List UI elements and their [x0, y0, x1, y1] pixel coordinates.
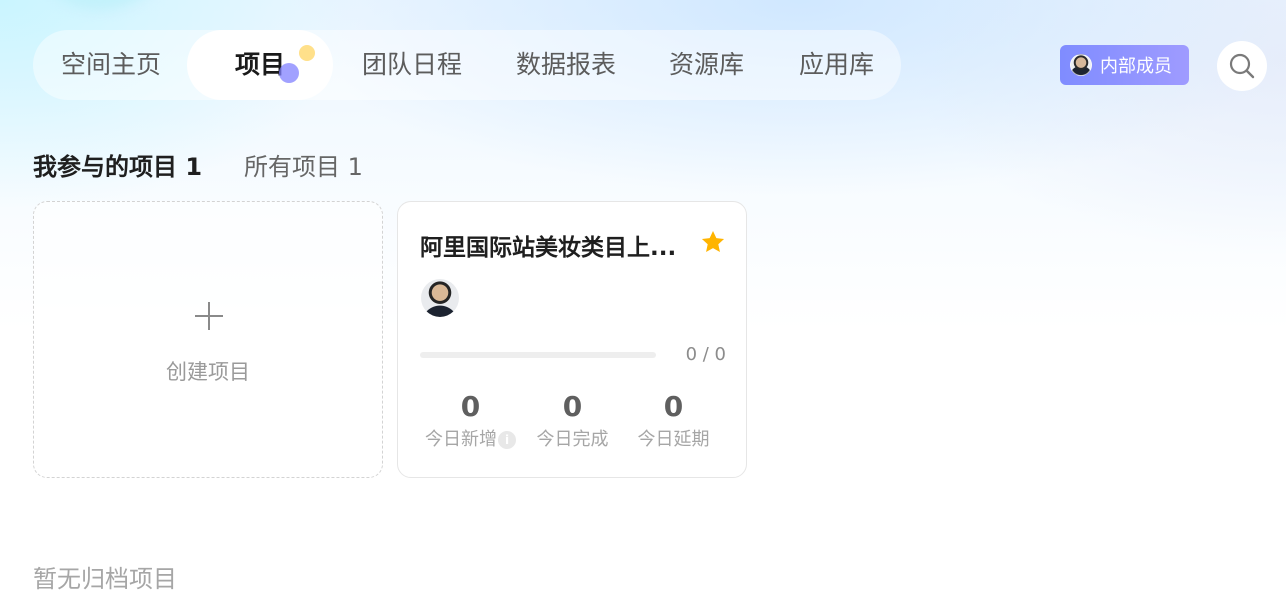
avatar: [421, 279, 459, 317]
active-tab-decoration-dot: [299, 45, 315, 61]
star-icon[interactable]: [700, 229, 726, 255]
tab-space-home[interactable]: 空间主页: [61, 30, 161, 100]
archive-empty-text: 暂无归档项目: [33, 565, 177, 593]
stat-today-delayed: 0 今日延期: [623, 390, 724, 451]
tab-resource-library[interactable]: 资源库: [669, 30, 744, 100]
tab-projects[interactable]: 项目: [187, 30, 333, 100]
stat-value: 0: [562, 390, 583, 423]
stat-today-new: 0 今日新增 i: [420, 390, 521, 451]
tab-all-projects[interactable]: 所有项目 1: [244, 147, 363, 182]
tab-team-schedule[interactable]: 团队日程: [362, 30, 462, 100]
project-card[interactable]: 阿里国际站美妆类目上... 0 / 0 0 今日新增 i 0 今日完成 0 今日延…: [397, 201, 747, 478]
search-button[interactable]: [1217, 41, 1267, 91]
progress-bar: [420, 352, 656, 358]
tab-my-projects[interactable]: 我参与的项目 1: [33, 147, 202, 182]
stat-label: 今日完成: [536, 429, 609, 450]
stat-value: 0: [460, 390, 481, 423]
background-decoration: [40, 0, 160, 10]
stat-today-done: 0 今日完成: [522, 390, 623, 451]
tab-data-reports[interactable]: 数据报表: [516, 30, 616, 100]
member-role-label: 内部成员: [1100, 56, 1172, 77]
top-nav: 空间主页 项目 团队日程 数据报表 资源库 应用库: [33, 30, 901, 100]
progress-count: 0 / 0: [685, 344, 726, 365]
stat-label: 今日延期: [637, 429, 710, 450]
active-tab-decoration-dot: [279, 63, 299, 83]
create-project-label: 创建项目: [166, 360, 250, 384]
plus-icon: [195, 302, 223, 330]
search-icon: [1229, 53, 1255, 79]
create-project-card[interactable]: 创建项目: [33, 201, 383, 478]
project-title: 阿里国际站美妆类目上...: [420, 235, 677, 261]
info-icon[interactable]: i: [498, 431, 516, 449]
avatar: [1070, 54, 1092, 76]
stat-label: 今日新增: [425, 429, 497, 450]
tab-app-library[interactable]: 应用库: [799, 30, 874, 100]
member-role-badge[interactable]: 内部成员: [1060, 45, 1189, 85]
stat-value: 0: [663, 390, 684, 423]
